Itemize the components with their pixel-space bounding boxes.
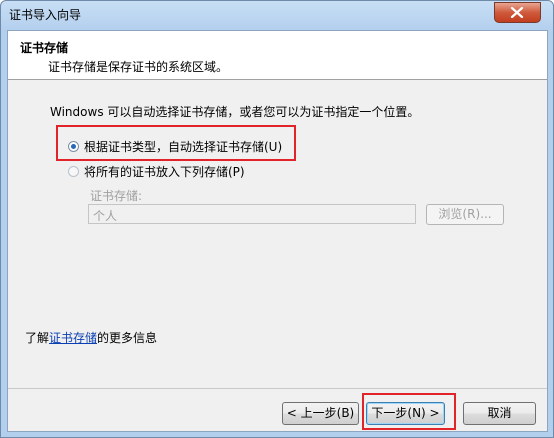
next-button[interactable]: 下一步(N) > — [366, 402, 445, 425]
auto-select-store-label: 根据证书类型，自动选择证书存储(U) — [84, 140, 283, 154]
more-info-text: 了解证书存储的更多信息 — [25, 329, 157, 346]
wizard-client-area: 证书存储 证书存储是保存证书的系统区域。 Windows 可以自动选择证书存储，… — [7, 30, 548, 432]
more-info-suffix: 的更多信息 — [97, 331, 158, 345]
certificate-store-link[interactable]: 证书存储 — [49, 331, 97, 345]
more-info-prefix: 了解 — [25, 331, 50, 345]
manual-store-label: 将所有的证书放入下列存储(P) — [84, 165, 245, 179]
close-button[interactable] — [494, 2, 541, 23]
wizard-header: 证书存储 证书存储是保存证书的系统区域。 — [8, 31, 547, 80]
window-title: 证书导入向导 — [9, 8, 82, 22]
certificate-store-label: 证书存储: — [90, 189, 143, 203]
page-description: 证书存储是保存证书的系统区域。 — [48, 60, 229, 74]
certificate-store-field[interactable]: 个人 — [88, 204, 416, 224]
radio-selected-icon[interactable] — [68, 141, 79, 152]
title-bar: 证书导入向导 — [1, 1, 553, 25]
intro-text: Windows 可以自动选择证书存储，或者您可以为证书指定一个位置。 — [50, 105, 420, 119]
wizard-window: 证书导入向导 证书存储 证书存储是保存证书的系统区域。 Windows 可以自动… — [0, 0, 554, 438]
footer-divider — [8, 388, 547, 389]
browse-button[interactable]: 浏览(R)... — [426, 204, 504, 225]
manual-store-option[interactable]: 将所有的证书放入下列存储(P) — [68, 163, 245, 180]
back-button[interactable]: < 上一步(B) — [282, 402, 359, 425]
auto-select-store-option[interactable]: 根据证书类型，自动选择证书存储(U) — [68, 138, 282, 155]
cancel-button[interactable]: 取消 — [463, 402, 536, 425]
close-icon — [510, 7, 524, 18]
page-title: 证书存储 — [20, 41, 69, 55]
radio-unselected-icon[interactable] — [68, 166, 79, 177]
